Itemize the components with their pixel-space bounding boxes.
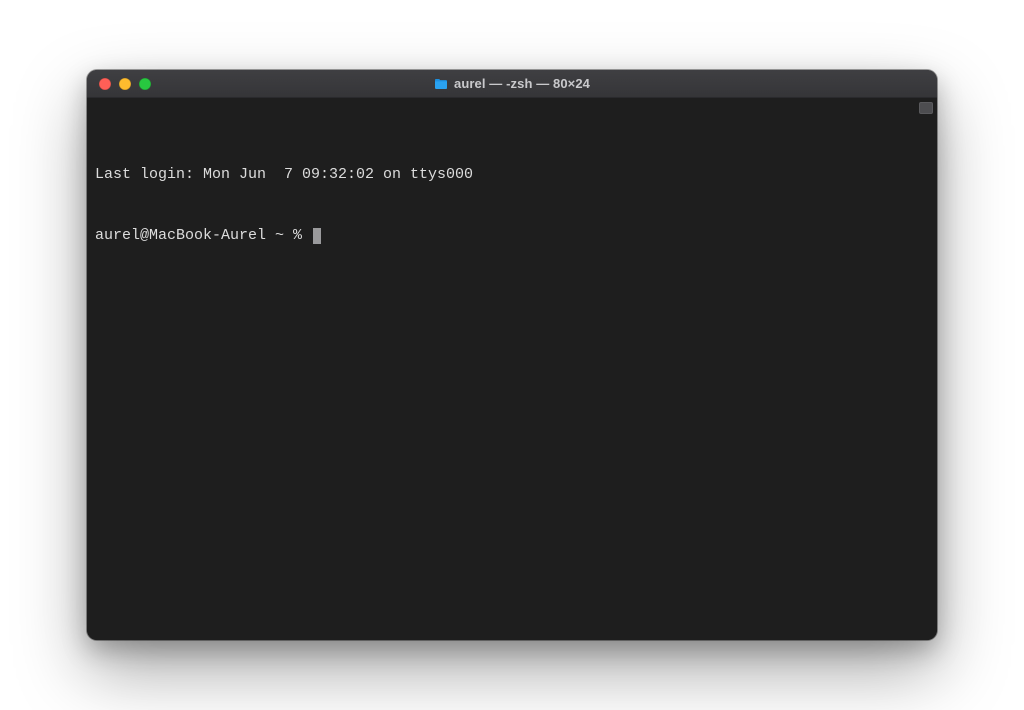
prompt-line: aurel@MacBook-Aurel ~ % (95, 226, 929, 246)
folder-icon (434, 78, 448, 90)
terminal-window: aurel — -zsh — 80×24 Last login: Mon Jun… (87, 70, 937, 640)
minimize-button[interactable] (119, 78, 131, 90)
title-wrap: aurel — -zsh — 80×24 (87, 76, 937, 91)
traffic-lights (87, 78, 151, 90)
zoom-button[interactable] (139, 78, 151, 90)
scroll-indicator-icon (919, 102, 933, 114)
window-title: aurel — -zsh — 80×24 (454, 76, 590, 91)
titlebar[interactable]: aurel — -zsh — 80×24 (87, 70, 937, 98)
stage: aurel — -zsh — 80×24 Last login: Mon Jun… (0, 0, 1024, 710)
close-button[interactable] (99, 78, 111, 90)
prompt-text: aurel@MacBook-Aurel ~ % (95, 226, 311, 246)
cursor-icon (313, 228, 321, 244)
last-login-line: Last login: Mon Jun 7 09:32:02 on ttys00… (95, 165, 929, 185)
terminal-body[interactable]: Last login: Mon Jun 7 09:32:02 on ttys00… (87, 98, 937, 640)
